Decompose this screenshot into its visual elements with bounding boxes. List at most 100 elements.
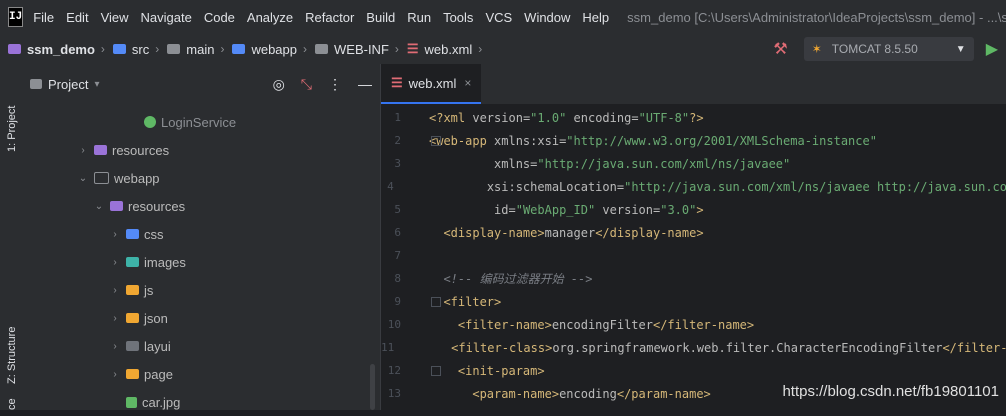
build-hammer-icon[interactable]: ⚒ — [773, 39, 787, 59]
code-line: 9 <filter> — [394, 294, 502, 309]
menu-file[interactable]: File — [33, 10, 54, 25]
left-tool-stripe: 1: Project Z: Structure ce — [0, 64, 25, 410]
menu-code[interactable]: Code — [204, 10, 235, 25]
more-options-icon[interactable]: ⋮ — [328, 76, 342, 93]
chevron-right-icon[interactable]: › — [108, 341, 122, 352]
tree-item-json[interactable]: › json — [24, 304, 380, 332]
menu-analyze[interactable]: Analyze — [247, 10, 293, 25]
menu-window[interactable]: Window — [524, 10, 570, 25]
chevron-right-icon[interactable]: › — [108, 369, 122, 380]
menu-edit[interactable]: Edit — [66, 10, 88, 25]
code-line-text: <param-name>encoding</param-name> — [472, 386, 711, 401]
menu-help[interactable]: Help — [582, 10, 609, 25]
tree-item-page[interactable]: › page — [24, 360, 380, 388]
chevron-down-icon[interactable]: ⌄ — [76, 173, 90, 184]
run-config-label: TOMCAT 8.5.50 — [831, 42, 918, 56]
tree-item-car-jpg[interactable]: car.jpg — [24, 388, 380, 416]
tree-item-loginservice[interactable]: LoginService — [24, 108, 380, 136]
js-folder-icon — [126, 285, 139, 295]
tree-scrollbar[interactable] — [370, 364, 375, 410]
chevron-right-icon[interactable]: › — [108, 257, 122, 268]
project-folder-icon — [30, 79, 42, 89]
code-line: 5 id="WebApp_ID" version="3.0"> — [394, 202, 704, 217]
code-line-text: <!-- 编码过滤器开始 --> — [443, 272, 593, 286]
xml-file-icon: ☰ — [391, 75, 403, 90]
chevron-right-icon[interactable]: › — [76, 145, 90, 156]
tree-item-resources-webapp[interactable]: ⌄ resources — [24, 192, 380, 220]
css-folder-icon — [126, 229, 139, 239]
tree-item-resources[interactable]: › resources — [24, 136, 380, 164]
page-folder-icon — [126, 369, 139, 379]
chevron-right-icon: › — [220, 42, 225, 56]
intellij-logo-icon: IJ — [8, 7, 24, 27]
tree-item-images[interactable]: › images — [24, 248, 380, 276]
project-panel-title[interactable]: Project — [48, 77, 88, 92]
close-icon[interactable]: × — [464, 76, 471, 90]
xml-file-icon: ☰ — [406, 41, 419, 56]
breadcrumb-main[interactable]: main › — [167, 42, 232, 57]
code-line: 10 <filter-name>encodingFilter</filter-n… — [387, 317, 755, 332]
code-line-text: id="WebApp_ID" version="3.0"> — [494, 202, 704, 217]
run-config-dropdown[interactable]: ✶ TOMCAT 8.5.50 ▼ — [803, 37, 974, 61]
menu-tools[interactable]: Tools — [443, 10, 473, 25]
tree-item-css[interactable]: › css — [24, 220, 380, 248]
fold-marker-icon[interactable] — [431, 365, 441, 376]
menu-run[interactable]: Run — [407, 10, 431, 25]
code-line-text: <filter-class>org.springframework.web.fi… — [451, 340, 1006, 355]
images-folder-icon — [126, 257, 139, 267]
breadcrumb-web-inf[interactable]: WEB-INF › — [315, 42, 407, 57]
chevron-right-icon[interactable]: › — [108, 313, 122, 324]
code-line: 11 <filter-class>org.springframework.web… — [381, 340, 1006, 355]
chevron-right-icon[interactable]: › — [108, 229, 122, 240]
source-folder-icon — [112, 44, 126, 54]
code-line: 7 — [394, 249, 401, 262]
code-line: 4 xsi:schemaLocation="http://java.sun.co… — [387, 179, 1006, 194]
menu-navigate[interactable]: Navigate — [141, 10, 192, 25]
chevron-down-icon[interactable]: ⌄ — [92, 201, 106, 212]
tree-item-layui[interactable]: › layui — [24, 332, 380, 360]
structure-tool-tab[interactable]: Z: Structure — [0, 294, 24, 384]
chevron-right-icon[interactable]: › — [108, 285, 122, 296]
code-line-text: xmlns="http://java.sun.com/xml/ns/javaee… — [494, 156, 791, 171]
folder-icon — [94, 172, 109, 184]
chevron-down-icon[interactable]: ▾ — [94, 79, 99, 90]
editor-tab-bar: ☰ web.xml × — [381, 64, 1006, 104]
code-line: 6 <display-name>manager</display-name> — [394, 225, 704, 240]
fold-marker-icon[interactable] — [431, 296, 441, 307]
chevron-right-icon: › — [100, 42, 105, 56]
menu-view[interactable]: View — [101, 10, 129, 25]
tab-web-xml[interactable]: ☰ web.xml × — [381, 64, 482, 104]
code-line-text: <web-app xmlns:xsi="http://www.w3.org/20… — [429, 133, 877, 148]
code-line: 12 <init-param> — [387, 363, 545, 378]
menu-bar: IJ File Edit View Navigate Code Analyze … — [0, 0, 1006, 34]
project-tool-tab[interactable]: 1: Project — [0, 72, 24, 152]
menu-build[interactable]: Build — [366, 10, 395, 25]
web-folder-icon — [232, 44, 246, 54]
tree-item-js[interactable]: › js — [24, 276, 380, 304]
menu-refactor[interactable]: Refactor — [305, 10, 354, 25]
resources-folder-icon — [94, 145, 107, 155]
run-play-icon[interactable]: ▶ — [986, 39, 998, 59]
breadcrumb-web-xml[interactable]: ☰ web.xml › — [407, 41, 490, 57]
tomcat-icon: ✶ — [811, 42, 822, 56]
code-line: 8 <!-- 编码过滤器开始 --> — [394, 272, 593, 286]
collapse-all-icon[interactable]: ⤡ — [301, 76, 312, 93]
code-line-text: <init-param> — [457, 363, 545, 378]
code-line: 3 xmlns="http://java.sun.com/xml/ns/java… — [394, 156, 791, 171]
tree-item-webapp[interactable]: ⌄ webapp — [24, 164, 380, 192]
locate-target-icon[interactable]: ◎ — [273, 76, 285, 93]
fold-marker-icon[interactable] — [431, 135, 441, 146]
module-folder-icon — [8, 44, 21, 54]
breadcrumb-webapp[interactable]: webapp › — [232, 42, 315, 57]
chevron-right-icon: › — [155, 42, 160, 56]
code-line-text: <display-name>manager</display-name> — [443, 225, 704, 240]
extra-tool-tab[interactable]: ce — [0, 392, 24, 410]
menu-vcs[interactable]: VCS — [485, 10, 512, 25]
minimize-icon[interactable]: — — [358, 76, 372, 92]
code-view[interactable]: 1 <?xml version="1.0" encoding="UTF-8"?> … — [381, 106, 1006, 405]
breadcrumb-project[interactable]: ssm_demo › — [8, 42, 113, 57]
resources-folder-icon — [110, 201, 123, 211]
code-line-text: <?xml version="1.0" encoding="UTF-8"?> — [429, 110, 704, 125]
breadcrumb-src[interactable]: src › — [112, 42, 167, 57]
navigation-bar: ssm_demo › src › main › webapp › WEB-INF… — [0, 34, 1006, 65]
